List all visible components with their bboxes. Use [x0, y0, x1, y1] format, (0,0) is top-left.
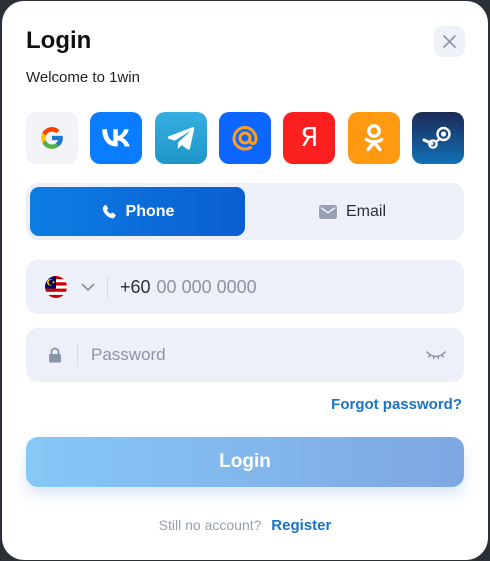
- at-sign-icon: [232, 125, 258, 151]
- login-dialog: Login Welcome to 1win Я Phone Email +60 …: [2, 1, 488, 560]
- odnoklassniki-login-button[interactable]: [347, 112, 400, 164]
- password-input[interactable]: [91, 345, 391, 365]
- divider: [77, 344, 78, 366]
- phone-icon: [102, 204, 116, 218]
- odnoklassniki-icon: [364, 124, 383, 152]
- toggle-password-visibility-button[interactable]: [426, 348, 446, 366]
- phone-input[interactable]: [156, 276, 407, 298]
- login-method-tabs: Phone Email: [26, 183, 464, 240]
- lock-icon: [48, 347, 62, 363]
- divider: [107, 276, 108, 298]
- tab-email-label: Email: [345, 202, 386, 220]
- tab-phone[interactable]: Phone: [30, 187, 245, 236]
- eye-closed-icon: [426, 351, 446, 360]
- google-icon: [41, 127, 63, 149]
- login-button[interactable]: Login: [26, 437, 464, 487]
- google-login-button[interactable]: [26, 112, 78, 164]
- register-link[interactable]: Register: [271, 517, 331, 534]
- mailru-login-button[interactable]: [218, 112, 271, 164]
- envelope-icon: [318, 204, 337, 219]
- close-button[interactable]: [434, 26, 465, 57]
- social-login-row: Я: [26, 112, 464, 164]
- chevron-down-icon: [81, 283, 95, 291]
- vk-icon: [102, 129, 131, 147]
- telegram-login-button[interactable]: [154, 112, 207, 164]
- yandex-login-button[interactable]: Я: [283, 112, 336, 164]
- tab-email[interactable]: Email: [245, 187, 460, 236]
- dialog-subtitle: Welcome to 1win: [26, 69, 140, 86]
- phone-field: +60: [26, 260, 464, 314]
- yandex-icon: Я: [300, 123, 319, 153]
- country-code: +60: [120, 276, 151, 297]
- dialog-title: Login: [26, 27, 92, 54]
- country-dropdown-button[interactable]: [81, 283, 95, 292]
- close-icon: [443, 35, 456, 48]
- telegram-icon: [167, 127, 194, 150]
- malaysia-flag-icon: [45, 276, 67, 298]
- steam-icon: [422, 126, 451, 149]
- forgot-password-link[interactable]: Forgot password?: [331, 396, 462, 413]
- steam-login-button[interactable]: [411, 112, 464, 164]
- no-account-text: Still no account?: [158, 517, 262, 533]
- tab-phone-label: Phone: [125, 202, 175, 220]
- register-prompt: Still no account? Register: [2, 517, 488, 534]
- vk-login-button[interactable]: [90, 112, 143, 164]
- password-field: [26, 328, 464, 382]
